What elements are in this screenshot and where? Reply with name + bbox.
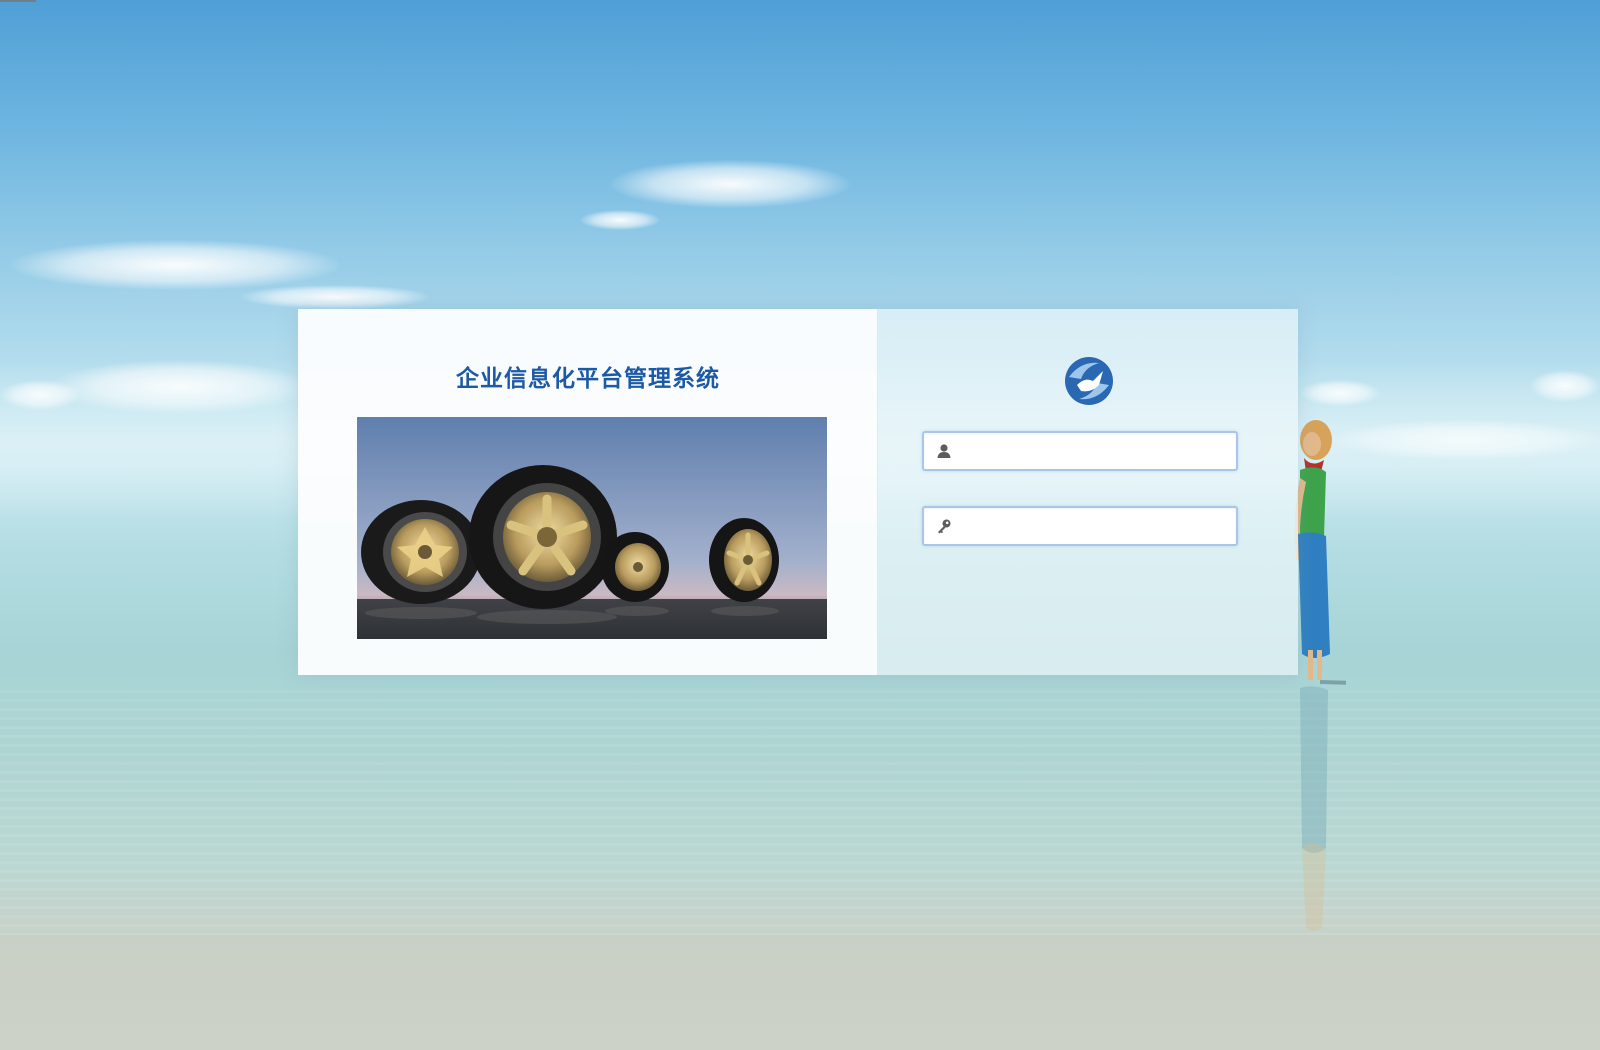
login-card: 企业信息化平台管理系统 xyxy=(298,309,1298,675)
key-icon xyxy=(924,508,964,544)
user-icon xyxy=(924,433,964,469)
water-reflection xyxy=(0,690,1600,935)
cloud xyxy=(10,240,340,290)
system-title: 企业信息化平台管理系统 xyxy=(456,366,720,392)
intro-panel: 企业信息化平台管理系统 xyxy=(298,309,879,675)
username-field[interactable] xyxy=(922,431,1238,471)
cloud xyxy=(610,160,850,208)
tires-wheels-image xyxy=(357,417,827,639)
cloud xyxy=(580,210,660,230)
bird-globe-logo-icon xyxy=(1063,355,1115,407)
cloud xyxy=(240,285,430,309)
ground-band xyxy=(0,935,1600,1050)
username-input[interactable] xyxy=(964,433,1236,469)
corner-mark xyxy=(0,0,36,2)
password-input[interactable] xyxy=(964,508,1236,544)
password-field[interactable] xyxy=(922,506,1238,546)
login-page: 企业信息化平台管理系统 xyxy=(0,0,1600,1050)
